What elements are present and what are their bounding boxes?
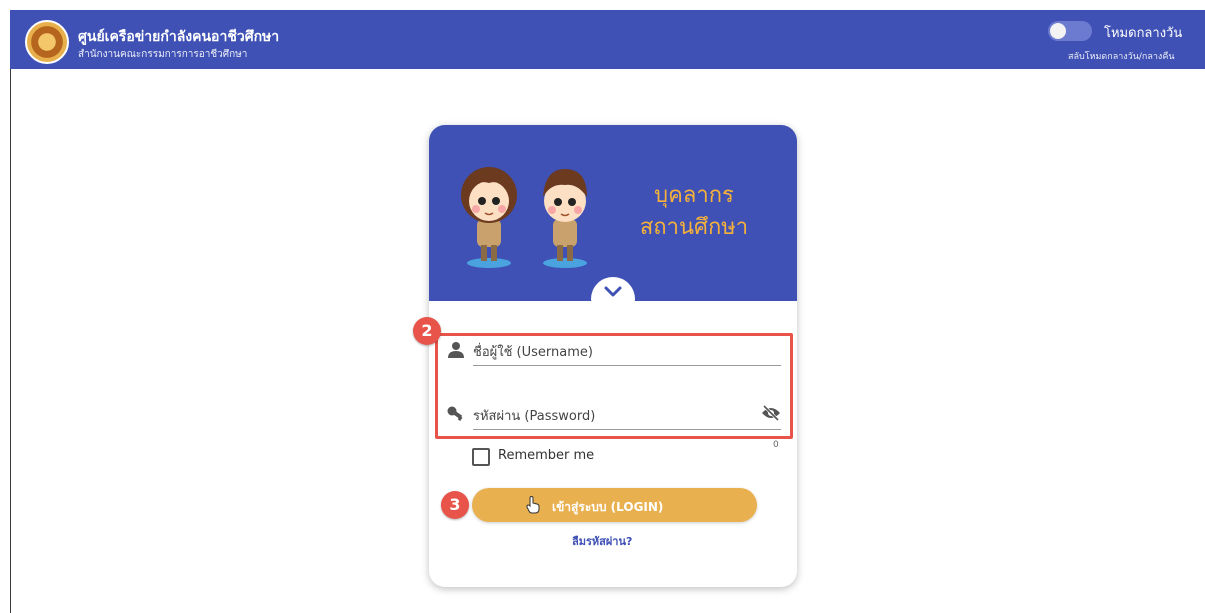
window-left-border xyxy=(10,10,11,613)
forgot-password-link[interactable]: ลืมรหัสผ่าน? xyxy=(572,532,632,550)
mode-label: โหมดกลางวัน xyxy=(1104,26,1183,41)
expand-button[interactable] xyxy=(591,277,635,321)
step-badge-3: 3 xyxy=(441,491,469,519)
hand-pointer-icon xyxy=(526,496,540,514)
login-button[interactable]: เข้าสู่ระบบ (LOGIN) xyxy=(472,488,757,522)
org-seal-logo xyxy=(25,20,69,64)
top-bar: ศูนย์เครือข่ายกำลังคนอาชีวศึกษา สำนักงาน… xyxy=(10,10,1205,69)
password-counter: 0 xyxy=(773,440,779,450)
card-banner: บุคลากร สถานศึกษา xyxy=(429,125,797,301)
fields-callout-box xyxy=(435,333,793,439)
toggle-knob xyxy=(1050,23,1066,39)
staff-characters-illustration xyxy=(461,167,587,268)
step-badge-2: 2 xyxy=(413,317,441,345)
remember-checkbox[interactable] xyxy=(472,448,490,466)
day-night-toggle[interactable] xyxy=(1048,21,1092,41)
card-title: บุคลากร สถานศึกษา xyxy=(624,180,764,244)
remember-label: Remember me xyxy=(498,448,595,463)
org-subtitle: สำนักงานคณะกรรมการการอาชีวศึกษา xyxy=(78,49,248,60)
card-title-line-2: สถานศึกษา xyxy=(639,215,749,240)
card-title-line-1: บุคลากร xyxy=(654,183,734,208)
org-title: ศูนย์เครือข่ายกำลังคนอาชีวศึกษา xyxy=(78,29,280,45)
mode-hint: สลับโหมดกลางวัน/กลางคืน xyxy=(1068,52,1175,62)
chevron-down-icon xyxy=(604,286,622,297)
login-label: เข้าสู่ระบบ (LOGIN) xyxy=(552,500,664,514)
